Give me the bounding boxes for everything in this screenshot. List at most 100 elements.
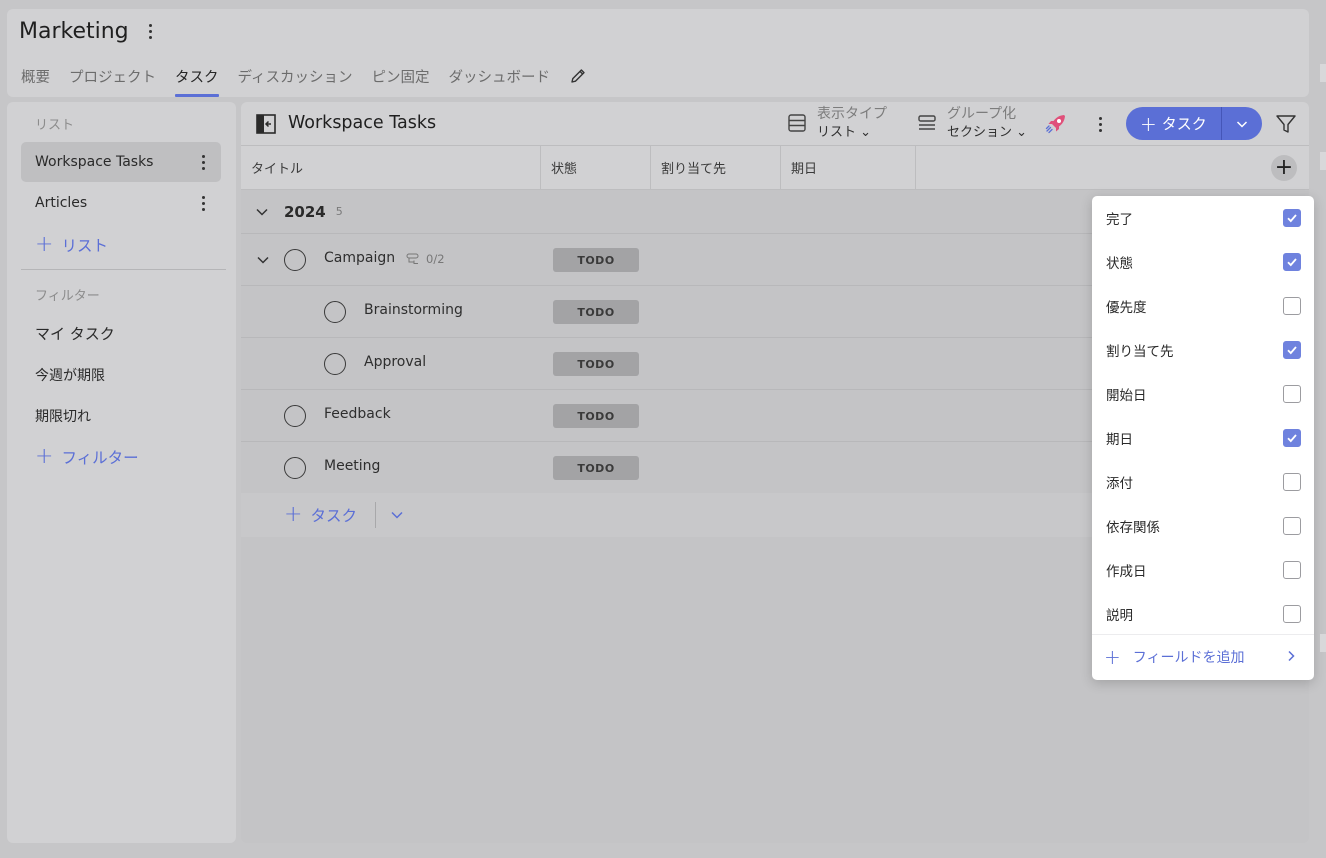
filter-due-this-week[interactable]: 今週が期限: [35, 365, 105, 385]
sidebar-item-label: Articles: [35, 195, 88, 211]
complete-checkbox[interactable]: [284, 249, 306, 271]
status-badge[interactable]: TODO: [553, 300, 639, 324]
edge-marker: [1320, 634, 1326, 652]
add-column-button[interactable]: +: [1271, 155, 1297, 181]
status-badge[interactable]: TODO: [553, 456, 639, 480]
complete-checkbox[interactable]: [284, 457, 306, 479]
status-badge[interactable]: TODO: [553, 352, 639, 376]
field-option-status[interactable]: 状態: [1092, 240, 1314, 284]
rocket-icon[interactable]: [1044, 112, 1068, 136]
field-option-label: 完了: [1106, 212, 1133, 228]
tab-tasks[interactable]: タスク: [175, 65, 219, 97]
status-badge[interactable]: TODO: [553, 248, 639, 272]
column-status[interactable]: 状態: [541, 146, 651, 189]
group-by-value: セクション: [947, 124, 1013, 140]
add-list-button[interactable]: + リスト: [35, 234, 108, 256]
add-field-button[interactable]: + フィールドを追加: [1092, 635, 1314, 679]
field-option-label: 依存関係: [1106, 520, 1160, 536]
group-by-selector[interactable]: グループ化 セクション ⌄: [917, 105, 1027, 141]
field-option-start-date[interactable]: 開始日: [1092, 372, 1314, 416]
field-option-due-date[interactable]: 期日: [1092, 416, 1314, 460]
chevron-down-icon[interactable]: [389, 507, 405, 523]
pencil-icon[interactable]: [569, 67, 587, 85]
tab-overview[interactable]: 概要: [21, 65, 50, 97]
field-checkbox[interactable]: [1283, 561, 1301, 579]
filter-my-tasks[interactable]: マイ タスク: [35, 323, 115, 344]
field-option-description[interactable]: 説明: [1092, 592, 1314, 636]
tab-pinned[interactable]: ピン固定: [371, 65, 429, 97]
field-option-attachments[interactable]: 添付: [1092, 460, 1314, 504]
task-name[interactable]: Brainstorming: [364, 302, 463, 318]
group-count: 5: [335, 205, 343, 218]
workspace-title: Marketing: [19, 19, 129, 44]
task-name[interactable]: Campaign: [324, 250, 395, 266]
field-option-label: 開始日: [1106, 388, 1147, 404]
field-checkbox[interactable]: [1283, 297, 1301, 315]
workspace-header: Marketing 概要 プロジェクト タスク ディスカッション ピン固定 ダッ…: [7, 9, 1309, 97]
complete-checkbox[interactable]: [324, 353, 346, 375]
tab-bar: 概要 プロジェクト タスク ディスカッション ピン固定 ダッシュボード: [21, 65, 587, 97]
filter-icon[interactable]: [1275, 113, 1297, 135]
complete-checkbox[interactable]: [324, 301, 346, 323]
list-menu-icon[interactable]: [193, 150, 213, 174]
subtask-count: 0/2: [406, 252, 445, 266]
column-due-date[interactable]: 期日: [781, 146, 916, 189]
list-options-icon[interactable]: [1090, 112, 1110, 136]
task-name[interactable]: Feedback: [324, 406, 391, 422]
view-type-label: 表示タイプ: [817, 106, 887, 122]
collapse-sidebar-icon[interactable]: [256, 114, 276, 134]
chevron-down-icon[interactable]: [255, 252, 271, 268]
field-checkbox[interactable]: [1283, 605, 1301, 623]
lists-section-label: リスト: [35, 118, 75, 133]
sidebar-item-articles[interactable]: Articles: [21, 183, 221, 223]
field-checkbox[interactable]: [1283, 341, 1301, 359]
view-type-selector[interactable]: 表示タイプ リスト ⌄: [787, 105, 887, 141]
field-checkbox[interactable]: [1283, 429, 1301, 447]
column-title[interactable]: タイトル: [241, 146, 541, 189]
sidebar-item-workspace-tasks[interactable]: Workspace Tasks: [21, 142, 221, 182]
field-option-assignee[interactable]: 割り当て先: [1092, 328, 1314, 372]
group-by-label: グループ化: [947, 106, 1017, 122]
column-assignee[interactable]: 割り当て先: [651, 146, 781, 189]
field-checkbox[interactable]: [1283, 517, 1301, 535]
edge-marker: [1320, 152, 1326, 170]
workspace-menu-icon[interactable]: [141, 20, 161, 44]
add-filter-button[interactable]: + フィルター: [35, 446, 139, 468]
field-checkbox[interactable]: [1283, 209, 1301, 227]
check-icon: [1287, 214, 1297, 223]
task-name[interactable]: Approval: [364, 354, 426, 370]
tab-dashboard[interactable]: ダッシュボード: [448, 65, 550, 97]
add-task-dropdown[interactable]: [1222, 117, 1262, 131]
list-menu-icon[interactable]: [193, 191, 213, 215]
filter-overdue[interactable]: 期限切れ: [35, 406, 91, 426]
status-badge[interactable]: TODO: [553, 404, 639, 428]
complete-checkbox[interactable]: [284, 405, 306, 427]
field-checkbox[interactable]: [1283, 473, 1301, 491]
add-task-button-label: タスク: [1161, 115, 1207, 133]
field-option-created-date[interactable]: 作成日: [1092, 548, 1314, 592]
task-name[interactable]: Meeting: [324, 458, 380, 474]
field-option-priority[interactable]: 優先度: [1092, 284, 1314, 328]
field-option-label: 作成日: [1106, 564, 1147, 580]
subtask-count-text: 0/2: [426, 252, 445, 266]
field-option-complete[interactable]: 完了: [1092, 196, 1314, 240]
chevron-down-icon[interactable]: [254, 204, 270, 220]
field-option-dependencies[interactable]: 依存関係: [1092, 504, 1314, 548]
list-title: Workspace Tasks: [288, 113, 437, 133]
chevron-down-icon: ⌄: [1016, 124, 1028, 140]
plus-icon: +: [1104, 645, 1121, 669]
tab-discussion[interactable]: ディスカッション: [238, 65, 353, 97]
add-task-button[interactable]: + タスク: [1126, 107, 1262, 140]
subtask-icon: [406, 253, 419, 264]
view-type-value: リスト: [817, 124, 857, 140]
add-task-inline-button[interactable]: + タスク: [284, 504, 357, 526]
plus-icon: +: [1140, 111, 1157, 136]
group-name: 2024: [284, 202, 326, 221]
chevron-down-icon: [1236, 120, 1248, 128]
chevron-down-icon: ⌄: [860, 124, 872, 140]
divider: [21, 269, 226, 270]
field-checkbox[interactable]: [1283, 385, 1301, 403]
tab-projects[interactable]: プロジェクト: [69, 65, 156, 97]
check-icon: [1287, 258, 1297, 267]
field-checkbox[interactable]: [1283, 253, 1301, 271]
